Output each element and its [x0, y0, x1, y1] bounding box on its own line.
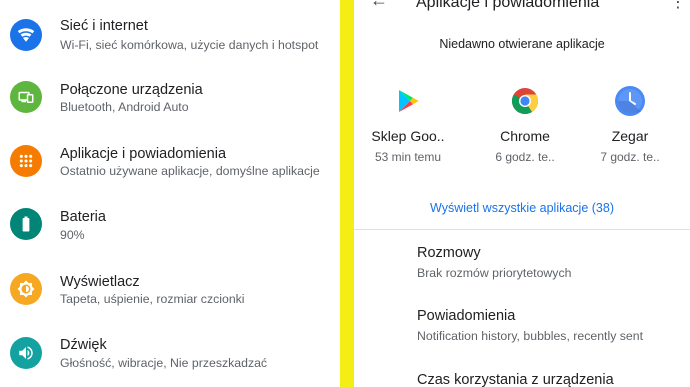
recent-app-name: Sklep Goo..: [371, 128, 445, 144]
app-bar: ← Aplikacje i powiadomienia ⋮: [354, 0, 690, 12]
settings-item-subtitle: Bluetooth, Android Auto: [60, 100, 189, 114]
settings-item-subtitle: 90%: [60, 228, 85, 242]
volume-icon: [10, 337, 42, 369]
clock-icon: [615, 86, 645, 116]
brightness-icon: [10, 273, 42, 305]
item-title: Rozmowy: [417, 245, 481, 261]
back-arrow-icon[interactable]: ←: [370, 0, 388, 11]
item-title: Czas korzystania z urządzenia: [417, 372, 614, 387]
more-options-icon[interactable]: ⋮: [670, 0, 686, 12]
apps-icon: [10, 145, 42, 177]
settings-item-title: Połączone urządzenia: [60, 82, 203, 98]
settings-item-subtitle: Wi-Fi, sieć komórkowa, użycie danych i h…: [60, 38, 319, 52]
screen-time-item[interactable]: Czas korzystania z urządzenia: [417, 372, 614, 387]
battery-icon: [10, 208, 42, 240]
recent-apps-header: Niedawno otwierane aplikacje: [439, 37, 605, 51]
recent-app-time: 7 godz. te..: [600, 150, 660, 164]
page-title: Aplikacje i powiadomienia: [416, 0, 600, 11]
item-subtitle: Brak rozmów priorytetowych: [417, 266, 572, 280]
settings-item-display[interactable]: Wyświetlacz Tapeta, uśpienie, rozmiar cz…: [0, 260, 340, 320]
wifi-icon: [10, 19, 42, 51]
settings-list: Sieć i internet Wi-Fi, sieć komórkowa, u…: [0, 0, 340, 387]
panel-divider: [340, 0, 354, 387]
recent-app-time: 53 min temu: [374, 150, 442, 164]
settings-item-connected-devices[interactable]: Połączone urządzenia Bluetooth, Android …: [0, 68, 340, 128]
settings-item-network[interactable]: Sieć i internet Wi-Fi, sieć komórkowa, u…: [0, 4, 340, 64]
recent-app-name: Zegar: [611, 128, 649, 144]
play-store-icon: [393, 86, 423, 116]
recent-app-play-store[interactable]: Sklep Goo.. 53 min temu: [358, 86, 458, 164]
connected-devices-icon: [10, 81, 42, 113]
recent-app-clock[interactable]: Zegar 7 godz. te..: [580, 86, 680, 164]
settings-item-subtitle: Tapeta, uśpienie, rozmiar czcionki: [60, 292, 245, 306]
settings-item-battery[interactable]: Bateria 90%: [0, 196, 340, 256]
apps-notifications-screen: ← Aplikacje i powiadomienia ⋮ Niedawno o…: [354, 0, 690, 387]
settings-item-title: Aplikacje i powiadomienia: [60, 146, 227, 162]
settings-item-title: Dźwięk: [60, 337, 107, 353]
recent-app-name: Chrome: [500, 128, 550, 144]
conversations-item[interactable]: Rozmowy Brak rozmów priorytetowych: [417, 245, 571, 280]
recent-app-chrome[interactable]: Chrome 6 godz. te..: [475, 86, 575, 164]
settings-item-subtitle: Ostatnio używane aplikacje, domyślne apl…: [60, 164, 320, 178]
settings-item-subtitle: Głośność, wibracje, Nie przeszkadzać: [60, 356, 268, 370]
item-subtitle: Notification history, bubbles, recently …: [417, 329, 644, 343]
settings-item-apps[interactable]: Aplikacje i powiadomienia Ostatnio używa…: [0, 132, 340, 192]
settings-item-title: Sieć i internet: [60, 18, 148, 34]
see-all-apps-link[interactable]: Wyświetl wszystkie aplikacje (38): [354, 201, 690, 215]
item-title: Powiadomienia: [417, 308, 516, 324]
recent-app-time: 6 godz. te..: [495, 150, 555, 164]
settings-item-sound[interactable]: Dźwięk Głośność, wibracje, Nie przeszkad…: [0, 324, 340, 384]
settings-item-title: Wyświetlacz: [60, 274, 140, 290]
settings-item-title: Bateria: [60, 209, 106, 225]
notifications-item[interactable]: Powiadomienia Notification history, bubb…: [417, 308, 643, 343]
section-divider: [354, 229, 690, 230]
chrome-icon: [510, 86, 540, 116]
